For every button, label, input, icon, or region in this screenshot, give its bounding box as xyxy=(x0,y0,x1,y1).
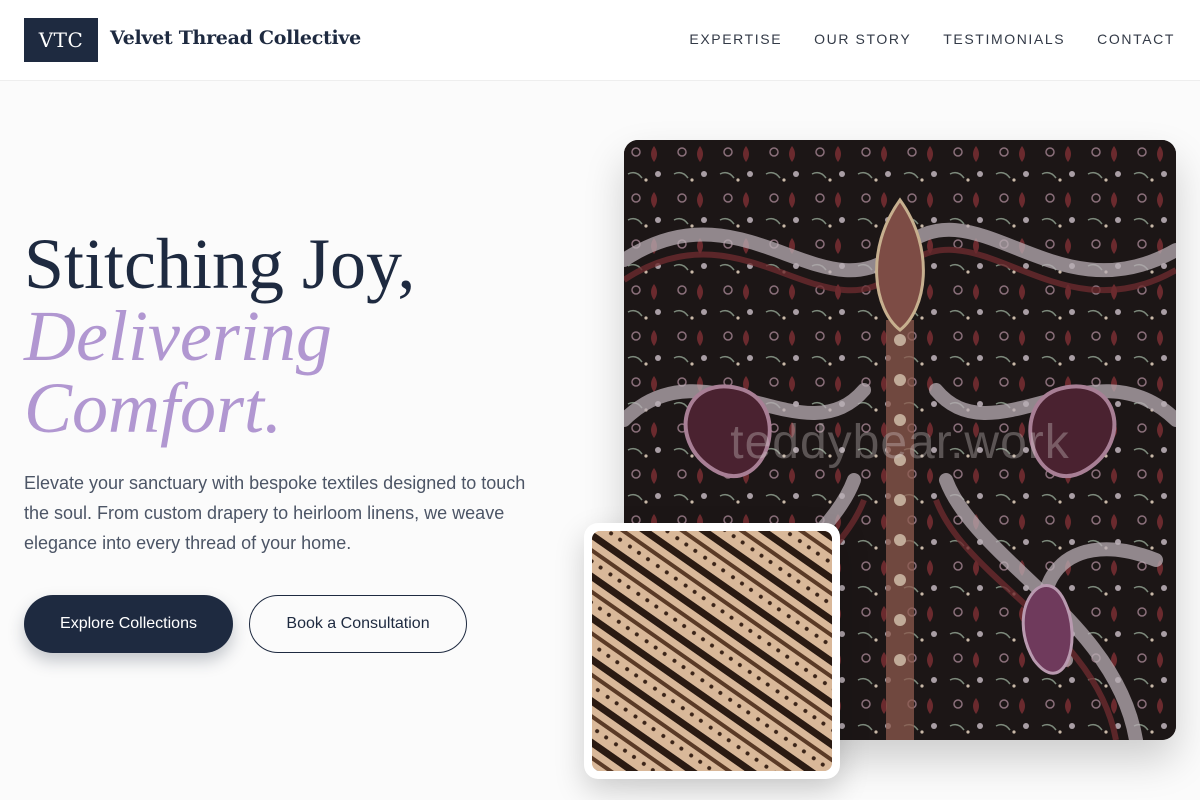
hero-title-line-3: Comfort. xyxy=(24,368,283,448)
nav-link-expertise[interactable]: EXPERTISE xyxy=(689,31,782,47)
hero-title-line-2: Delivering xyxy=(24,296,332,376)
batik-textile-image-card xyxy=(584,523,840,779)
batik-textile-image xyxy=(592,531,832,771)
explore-collections-button[interactable]: Explore Collections xyxy=(24,595,233,653)
nav-link-testimonials[interactable]: TESTIMONIALS xyxy=(943,31,1065,47)
batik-pattern-graphic xyxy=(592,531,832,771)
main-nav: EXPERTISE OUR STORY TESTIMONIALS CONTACT xyxy=(689,31,1175,47)
nav-link-contact[interactable]: CONTACT xyxy=(1097,31,1175,47)
hero-title: Stitching Joy, Delivering Comfort. xyxy=(24,228,584,444)
logo-mark[interactable]: VTC xyxy=(24,18,98,62)
hero-description: Elevate your sanctuary with bespoke text… xyxy=(24,473,526,553)
brand-name[interactable]: Velvet Thread Collective xyxy=(110,27,361,49)
site-header: VTC Velvet Thread Collective EXPERTISE O… xyxy=(0,0,1200,81)
book-consultation-button[interactable]: Book a Consultation xyxy=(249,595,467,653)
nav-link-our-story[interactable]: OUR STORY xyxy=(814,31,911,47)
hero-title-line-1: Stitching Joy, xyxy=(24,224,416,304)
image-watermark: teddybear.work xyxy=(730,416,1070,469)
